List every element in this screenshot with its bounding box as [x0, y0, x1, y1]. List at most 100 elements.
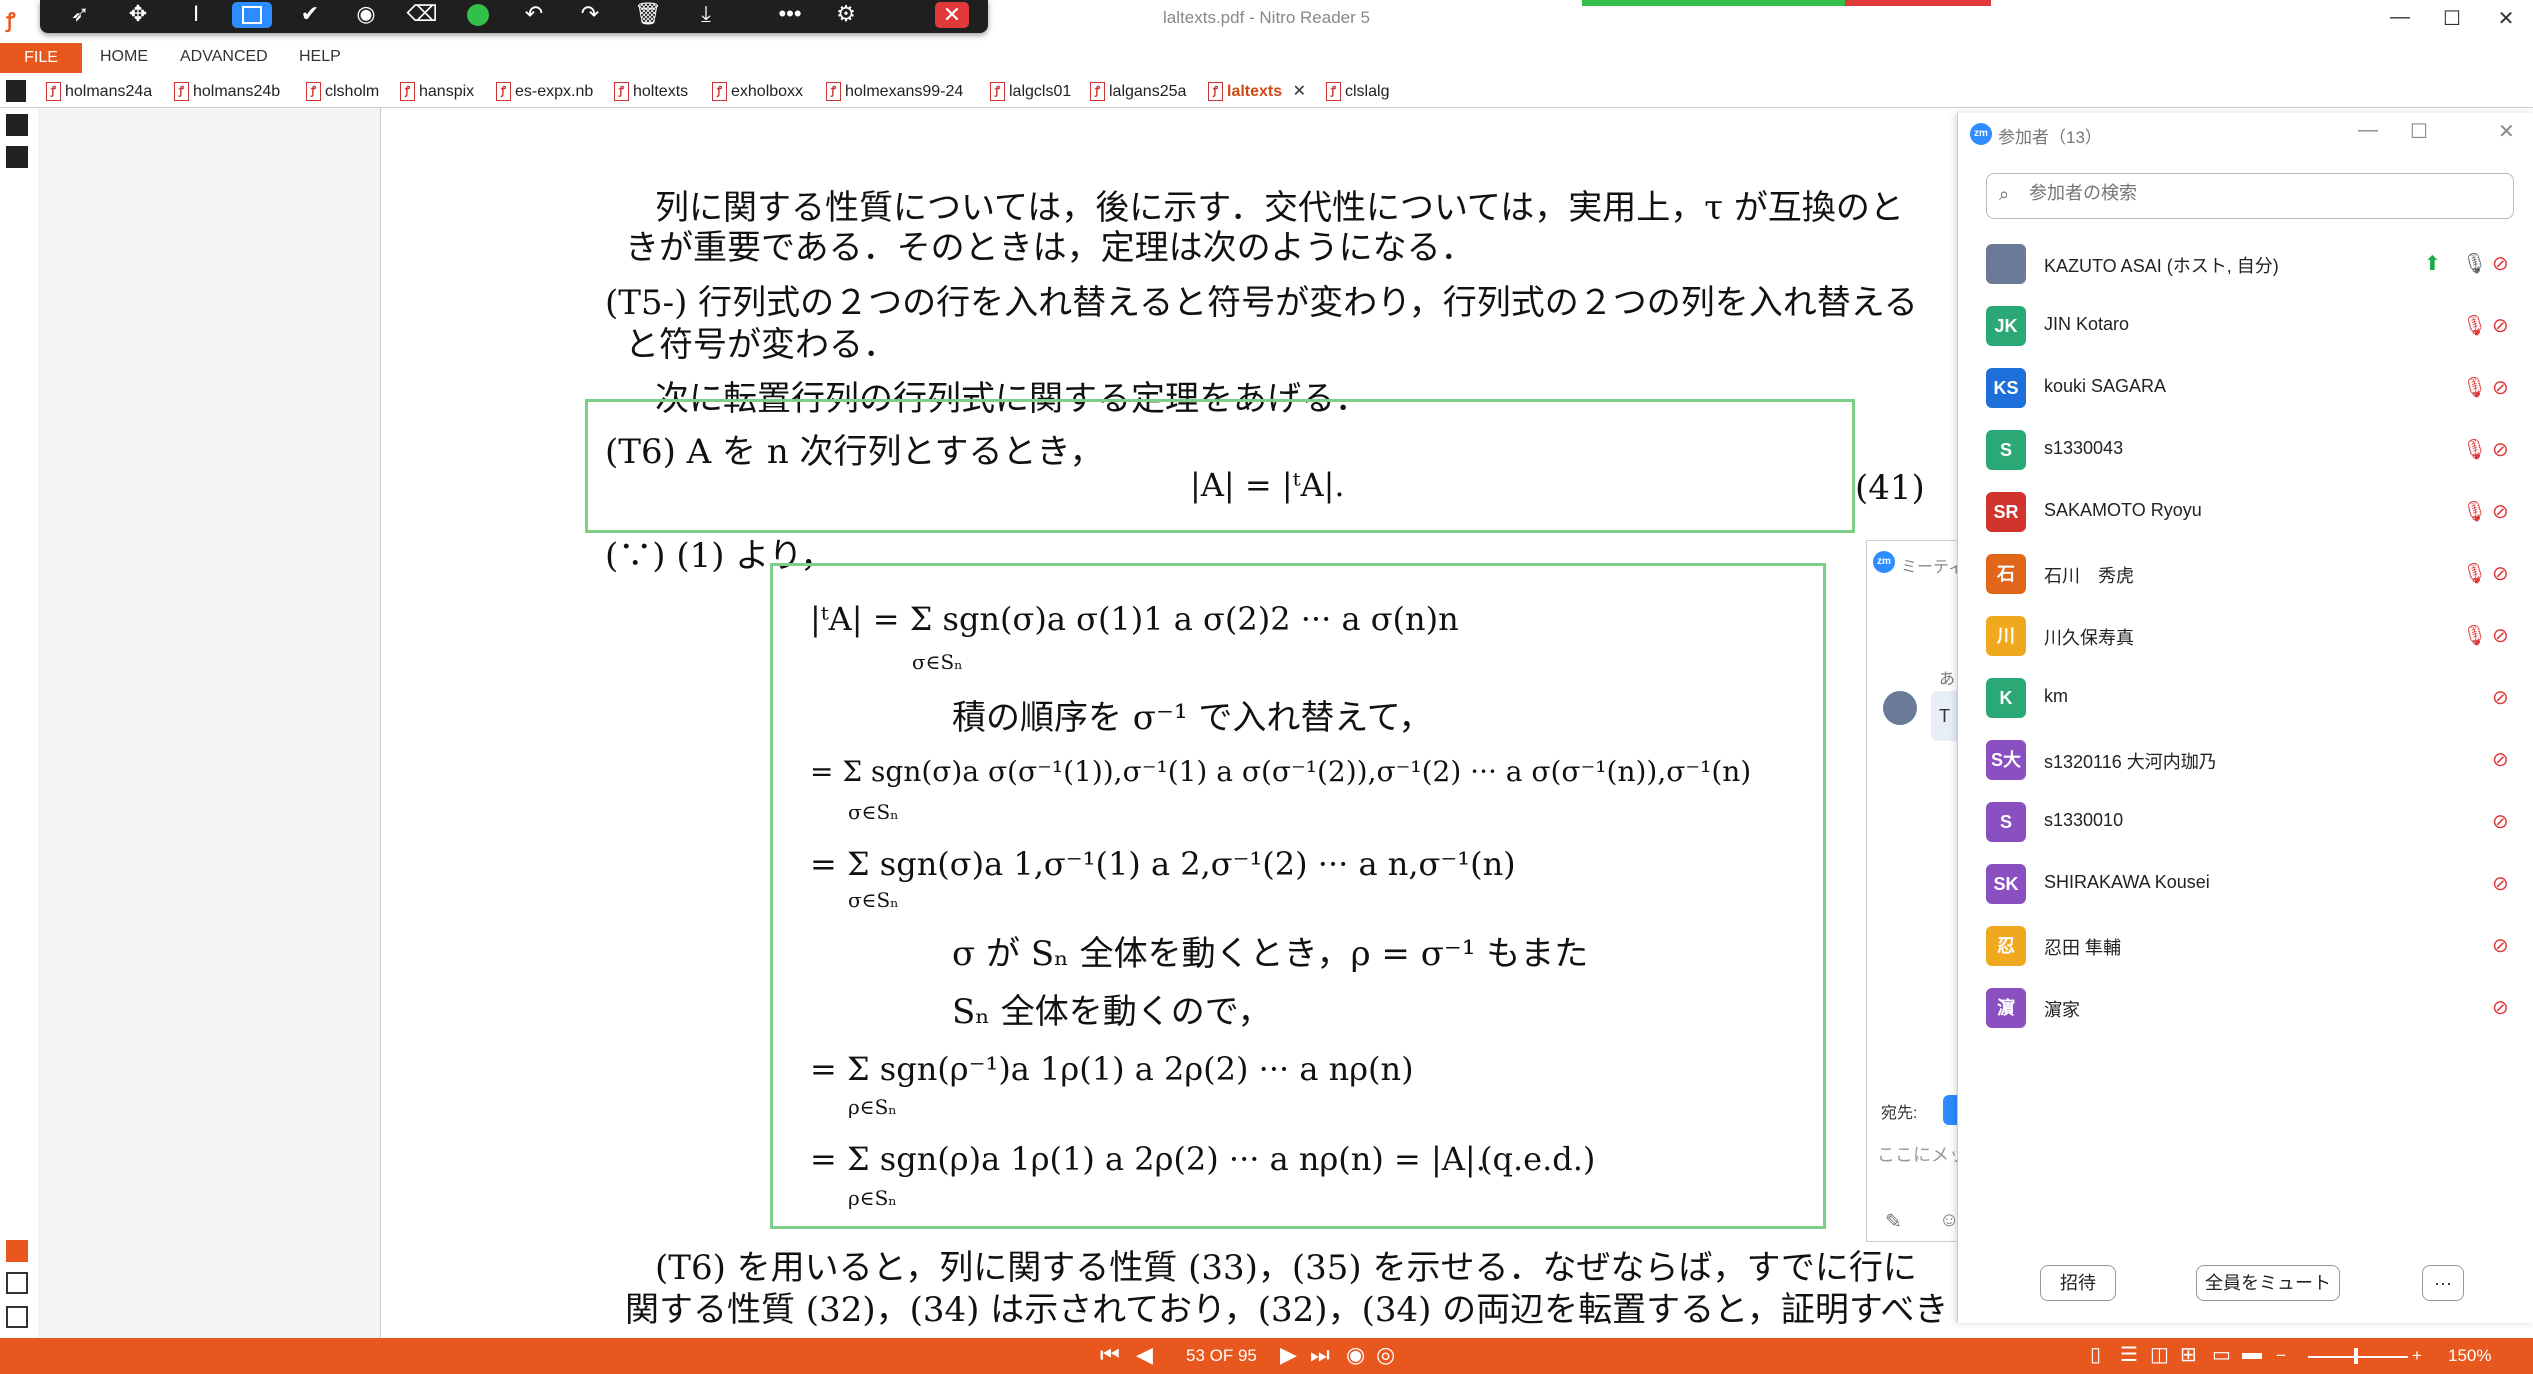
camera-off-icon[interactable]: ⊘ — [2492, 437, 2509, 462]
page-indicator[interactable]: 53 OF 95 — [1186, 1346, 1257, 1366]
participant-row[interactable]: KS kouki SAGARA 🎙 ⊘ — [1986, 365, 2516, 411]
attachments-icon[interactable] — [6, 146, 28, 168]
mic-muted-icon[interactable]: 🎙 — [2462, 313, 2487, 338]
prev-page-icon[interactable]: ◀ — [1136, 1342, 1153, 1368]
zoom-level[interactable]: 150% — [2448, 1346, 2491, 1366]
doc-tab[interactable]: ꝭ holmexans99-24 — [826, 80, 963, 104]
doc-tab[interactable]: ꝭ holtexts — [614, 80, 688, 104]
fit-page-icon[interactable]: ▭ — [2212, 1342, 2231, 1367]
format-icon[interactable]: ✎ — [1885, 1209, 1902, 1234]
file-menu[interactable]: FILE — [0, 43, 82, 73]
camera-off-icon[interactable]: ⊘ — [2492, 871, 2509, 896]
request-control-icon[interactable]: ⚙ — [826, 0, 866, 30]
mic-muted-icon[interactable]: 🎙 — [2462, 561, 2487, 586]
participant-row[interactable]: SR SAKAMOTO Ryoyu 🎙 ⊘ — [1986, 489, 2516, 535]
panel-close-button[interactable]: ✕ — [2498, 119, 2515, 144]
participant-row[interactable]: 忍忍田 隼輔 ⊘ — [1986, 923, 2516, 969]
zoom-slider-handle[interactable] — [2354, 1348, 2358, 1364]
participant-row[interactable]: S大 s1320116 大河内珈乃 ⊘ — [1986, 737, 2516, 783]
facing-continuous-icon[interactable]: ⊞ — [2180, 1342, 2197, 1367]
doc-tab[interactable]: ꝭ es-expx.nb — [496, 80, 593, 104]
doc-tab[interactable]: ꝭ clslalg — [1326, 80, 1389, 104]
zoom-slider[interactable] — [2308, 1356, 2408, 1358]
chat-input[interactable]: ここにメッ — [1877, 1141, 1967, 1167]
panel-minimize-button[interactable]: — — [2358, 119, 2378, 142]
doc-tab[interactable]: ꝭ lalgcls01 — [990, 80, 1071, 104]
camera-off-icon[interactable]: ⊘ — [2492, 499, 2509, 524]
more-options-button[interactable]: ··· — [2422, 1265, 2464, 1301]
camera-off-icon[interactable]: ⊘ — [2492, 933, 2509, 958]
participant-row[interactable]: 石石川 秀虎 🎙 ⊘ — [1986, 551, 2516, 597]
zoom-chat-window[interactable]: zm ミーティ あ T 宛先: ここにメッ ✎ ☺ — [1866, 540, 1979, 1242]
help-menu[interactable]: HELP — [299, 48, 341, 66]
camera-off-icon[interactable]: ⊘ — [2492, 747, 2509, 772]
camera-off-icon[interactable]: ⊘ — [2492, 561, 2509, 586]
mic-muted-icon[interactable]: 🎙 — [2462, 437, 2487, 462]
redo-icon[interactable]: ↷ — [570, 0, 610, 30]
mic-muted-icon[interactable]: 🎙 — [2462, 623, 2487, 648]
home-menu[interactable]: HOME — [100, 48, 148, 66]
next-page-icon[interactable]: ▶ — [1280, 1342, 1297, 1368]
minimize-button[interactable]: — — [2380, 6, 2420, 32]
pointer-icon[interactable]: ➶ — [60, 0, 100, 30]
mic-muted-icon[interactable]: 🎙 — [2462, 499, 2487, 524]
stamp-icon[interactable]: ◉ — [346, 0, 386, 30]
doc-tab[interactable]: ꝭ hanspix — [400, 80, 474, 104]
mute-all-button[interactable]: 全員をミュート — [2196, 1265, 2340, 1301]
continuous-icon[interactable]: ☰ — [2120, 1342, 2138, 1367]
participant-row[interactable]: JK JIN Kotaro 🎙 ⊘ — [1986, 303, 2516, 349]
doc-tab[interactable]: ꝭ lalgans25a — [1090, 80, 1186, 104]
checkmark-icon[interactable]: ✔ — [290, 0, 330, 30]
camera-off-icon[interactable]: ⊘ — [2492, 251, 2509, 276]
maximize-button[interactable]: ☐ — [2432, 6, 2472, 32]
camera-off-icon[interactable]: ⊘ — [2492, 809, 2509, 834]
list-icon[interactable] — [6, 1272, 28, 1294]
panel-icon[interactable] — [6, 1240, 28, 1262]
first-page-icon[interactable]: ⏮ — [1100, 1342, 1120, 1368]
more-icon[interactable]: ••• — [770, 0, 810, 30]
doc-tab[interactable]: ꝭ clsholm — [306, 80, 379, 104]
single-page-icon[interactable]: ▯ — [2090, 1342, 2101, 1367]
move-icon[interactable]: ✥ — [118, 0, 158, 30]
invite-button[interactable]: 招待 — [2040, 1265, 2116, 1301]
panel-maximize-button[interactable]: ☐ — [2410, 119, 2428, 144]
bookmark-icon[interactable] — [6, 114, 28, 136]
doc-tab[interactable]: ꝭ holmans24b — [174, 80, 280, 104]
participant-row[interactable]: Kkm ⊘ — [1986, 675, 2516, 721]
advanced-menu[interactable]: ADVANCED — [180, 48, 268, 66]
forward-view-icon[interactable]: ◎ — [1376, 1342, 1395, 1368]
camera-off-icon[interactable]: ⊘ — [2492, 375, 2509, 400]
rectangle-icon[interactable] — [232, 2, 272, 28]
participant-row[interactable]: SK SHIRAKAWA Kousei ⊘ — [1986, 861, 2516, 907]
participant-search[interactable]: ⌕ — [1986, 173, 2514, 219]
trash-icon[interactable]: 🗑 — [628, 0, 668, 30]
close-annotation-icon[interactable]: ✕ — [935, 2, 969, 28]
mic-muted-icon[interactable]: 🎙 — [2462, 375, 2487, 400]
save-icon[interactable]: ⤓ — [686, 0, 726, 30]
doc-tab-active[interactable]: ꝭ laltexts ✕ — [1208, 80, 1306, 104]
microphone-icon[interactable]: 🎙 — [2462, 251, 2487, 276]
camera-off-icon[interactable]: ⊘ — [2492, 685, 2509, 710]
last-page-icon[interactable]: ⏭ — [1310, 1342, 1330, 1368]
outline-icon[interactable] — [6, 1306, 28, 1328]
camera-off-icon[interactable]: ⊘ — [2492, 313, 2509, 338]
doc-tab[interactable]: ꝭ exholboxx — [712, 80, 803, 104]
participant-row[interactable]: 濵濵家 ⊘ — [1986, 985, 2516, 1031]
participant-row[interactable]: Ss1330043 🎙 ⊘ — [1986, 427, 2516, 473]
camera-off-icon[interactable]: ⊘ — [2492, 623, 2509, 648]
tab-close-icon[interactable]: ✕ — [1293, 83, 1306, 100]
participant-row[interactable]: KAZUTO ASAI (ホスト, 自分) ⬆ 🎙 ⊘ — [1986, 241, 2516, 287]
eraser-icon[interactable]: ⌫ — [402, 0, 442, 30]
camera-off-icon[interactable]: ⊘ — [2492, 995, 2509, 1020]
close-button[interactable]: ✕ — [2486, 6, 2526, 32]
color-picker-icon[interactable] — [458, 0, 498, 30]
text-cursor-icon[interactable]: I — [176, 0, 216, 30]
fit-width-icon[interactable]: ▬ — [2242, 1342, 2262, 1365]
facing-icon[interactable]: ◫ — [2150, 1342, 2169, 1367]
zoom-out-button[interactable]: − — [2276, 1346, 2286, 1366]
participant-search-input[interactable] — [2027, 182, 2491, 205]
zoom-in-button[interactable]: + — [2412, 1346, 2422, 1366]
participant-row[interactable]: Ss1330010 ⊘ — [1986, 799, 2516, 845]
back-view-icon[interactable]: ◉ — [1346, 1342, 1365, 1368]
pages-icon[interactable] — [6, 80, 26, 102]
